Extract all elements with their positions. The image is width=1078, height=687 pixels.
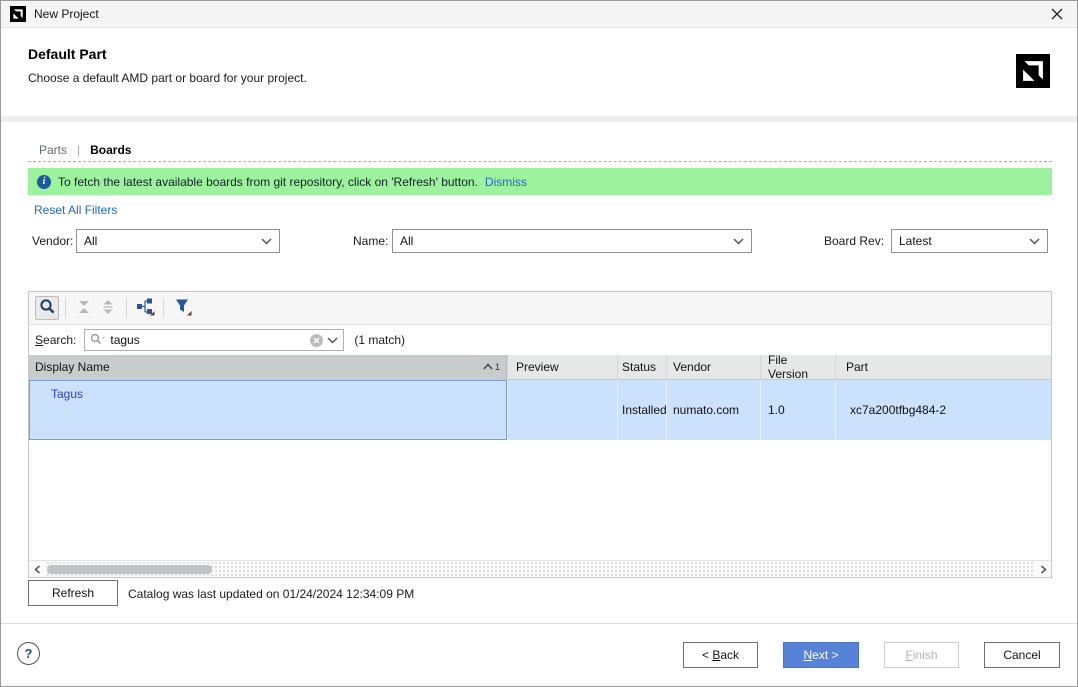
search-field-icon xyxy=(90,333,106,348)
match-count: (1 match) xyxy=(354,333,405,347)
toolbar-separator xyxy=(163,298,164,318)
table-empty-area xyxy=(29,440,1051,560)
filter-button[interactable] xyxy=(170,296,194,320)
expand-all-button[interactable] xyxy=(96,296,120,320)
info-icon: i xyxy=(37,175,51,189)
info-banner: i To fetch the latest available boards f… xyxy=(28,168,1052,195)
boards-table-panel: Search: (1 match) Display Name 1 xyxy=(28,291,1052,578)
cell-display-name[interactable]: Tagus xyxy=(29,380,507,440)
amd-logo xyxy=(1016,54,1050,88)
search-icon xyxy=(39,298,56,318)
reset-all-filters-link[interactable]: Reset All Filters xyxy=(34,203,117,217)
help-button[interactable]: ? xyxy=(17,642,40,665)
vendor-label: Vendor: xyxy=(32,234,73,248)
board-rev-value: Latest xyxy=(899,234,1023,248)
vendor-dropdown[interactable]: All xyxy=(76,229,280,253)
horizontal-scrollbar[interactable] xyxy=(29,560,1051,577)
amd-app-icon xyxy=(10,6,26,22)
next-button[interactable]: Next > xyxy=(783,642,859,668)
refresh-button[interactable]: Refresh xyxy=(28,580,118,606)
cell-vendor: numato.com xyxy=(666,380,760,440)
chevron-down-icon[interactable] xyxy=(327,333,338,347)
window-title: New Project xyxy=(34,7,99,21)
catalog-status-text: Catalog was last updated on 01/24/2024 1… xyxy=(128,587,414,601)
expand-all-icon xyxy=(100,299,116,318)
table-header-row: Display Name 1 Preview Status Vendor Fil… xyxy=(29,355,1051,380)
name-value: All xyxy=(400,234,727,248)
search-toggle-button[interactable] xyxy=(35,296,59,320)
tab-boards[interactable]: Boards xyxy=(90,143,131,157)
name-dropdown[interactable]: All xyxy=(392,229,752,253)
tab-bar: Parts | Boards xyxy=(28,138,1052,162)
back-button[interactable]: < Back xyxy=(683,642,758,668)
cell-part: xc7a200tfbg484-2 xyxy=(835,380,1051,440)
board-rev-label: Board Rev: xyxy=(824,234,884,248)
group-by-icon xyxy=(136,297,155,319)
scroll-right-icon[interactable] xyxy=(1035,562,1051,576)
column-header-status[interactable]: Status xyxy=(617,355,666,379)
name-label: Name: xyxy=(353,234,388,248)
column-header-vendor[interactable]: Vendor xyxy=(666,355,760,379)
chevron-down-icon xyxy=(261,234,272,248)
tab-separator: | xyxy=(77,143,80,157)
board-rev-dropdown[interactable]: Latest xyxy=(891,229,1048,253)
banner-message: To fetch the latest available boards fro… xyxy=(58,175,478,189)
cell-preview xyxy=(507,380,617,440)
scrollbar-thumb[interactable] xyxy=(47,565,212,574)
new-project-dialog: New Project Default Part Choose a defaul… xyxy=(0,0,1078,687)
filter-icon xyxy=(173,297,192,319)
dismiss-link[interactable]: Dismiss xyxy=(485,175,527,189)
finish-button[interactable]: Finish xyxy=(884,642,959,668)
wizard-header: Default Part Choose a default AMD part o… xyxy=(1,29,1077,116)
scroll-left-icon[interactable] xyxy=(29,562,45,576)
sort-ascending-icon xyxy=(482,360,494,374)
cancel-button[interactable]: Cancel xyxy=(984,642,1060,668)
title-bar: New Project xyxy=(1,1,1077,28)
group-by-button[interactable] xyxy=(133,296,157,320)
header-divider xyxy=(1,116,1077,122)
search-input[interactable] xyxy=(110,333,306,347)
column-header-part[interactable]: Part xyxy=(835,355,1051,379)
search-row: Search: (1 match) xyxy=(29,325,1051,355)
sort-priority: 1 xyxy=(495,362,500,372)
table-row[interactable]: Tagus Installed numato.com 1.0 xc7a200tf… xyxy=(29,380,1051,440)
footer: ? < Back Next > Finish Cancel xyxy=(1,623,1077,686)
column-header-file-version[interactable]: File Version xyxy=(760,355,835,379)
tab-parts[interactable]: Parts xyxy=(39,143,67,157)
page-subtitle: Choose a default AMD part or board for y… xyxy=(28,71,307,85)
toolbar-separator xyxy=(126,298,127,318)
page-title: Default Part xyxy=(28,46,107,62)
toolbar-separator xyxy=(65,298,66,318)
filter-row: Vendor: All Name: All Board Rev: Latest xyxy=(1,229,1077,253)
vendor-value: All xyxy=(84,234,255,248)
table-toolbar xyxy=(29,292,1051,325)
chevron-down-icon xyxy=(1029,234,1040,248)
chevron-down-icon xyxy=(733,234,744,248)
clear-search-icon[interactable] xyxy=(310,334,323,347)
cell-file-version: 1.0 xyxy=(760,380,835,440)
close-icon[interactable] xyxy=(1046,3,1068,25)
cell-status: Installed xyxy=(617,380,666,440)
collapse-all-icon xyxy=(76,299,92,318)
search-label: Search: xyxy=(35,333,76,347)
scrollbar-track[interactable] xyxy=(45,562,1035,576)
column-header-preview[interactable]: Preview xyxy=(507,355,617,379)
column-header-display-name[interactable]: Display Name 1 xyxy=(29,355,507,379)
collapse-all-button[interactable] xyxy=(72,296,96,320)
search-combo[interactable] xyxy=(84,329,344,351)
